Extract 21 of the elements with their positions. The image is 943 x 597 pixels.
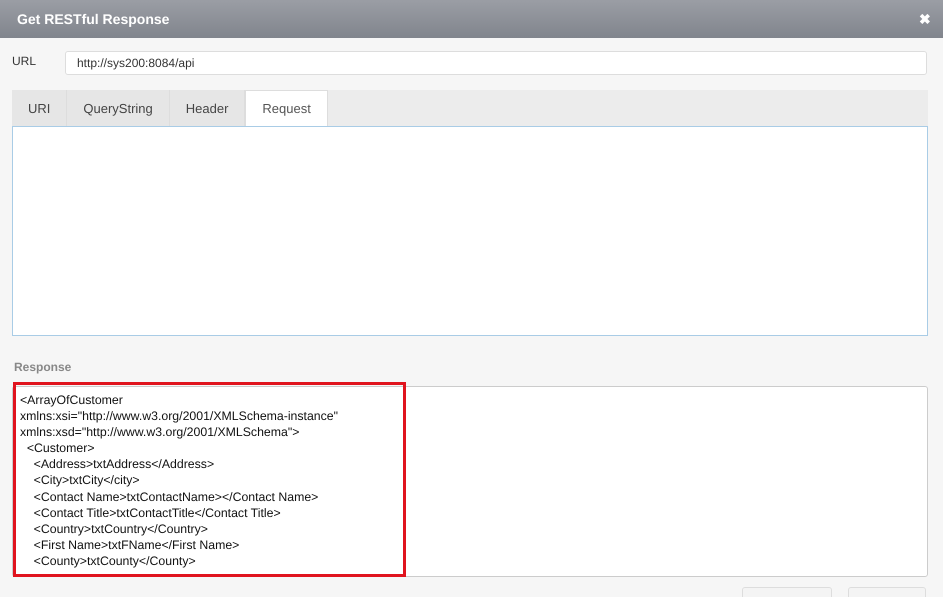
response-line: xmlns:xsd="http://www.w3.org/2001/XMLSchema"> <box>20 424 300 440</box>
tab[interactable]: QueryString <box>67 90 170 126</box>
url-field[interactable]: http://sys200:8084/api <box>65 51 927 75</box>
response-field[interactable] <box>12 386 928 577</box>
tab[interactable]: Header <box>170 90 246 126</box>
response-line: <Contact Name>txtContactName></Contact Name> <box>32 488 320 505</box>
response-line: <County>txtCounty</County> <box>32 552 197 570</box>
response-line: <Customer> <box>26 440 96 456</box>
tab[interactable]: Request <box>245 90 328 126</box>
response-line: <First Name>txtFName</First Name> <box>32 536 240 553</box>
response-line: <Contact Title>txtContactTitle</Contact Title> <box>32 504 282 521</box>
response-line: <Country>txtCountry</Country> <box>32 520 209 537</box>
response-line: <City>txtCity</city> <box>32 472 141 489</box>
response-label: Response <box>14 360 72 374</box>
window-title: Get RESTful Response <box>17 11 170 27</box>
tab[interactable]: URI <box>12 90 68 126</box>
response-line: <ArrayOfCustomer <box>20 392 124 408</box>
request-field[interactable] <box>12 126 928 336</box>
response-line: xmlns:xsi="http://www.w3.org/2001/XMLSchema-instance" <box>20 408 339 424</box>
url-label: URL <box>12 54 38 68</box>
response-line: <Address>txtAddress</Address> <box>32 456 216 472</box>
